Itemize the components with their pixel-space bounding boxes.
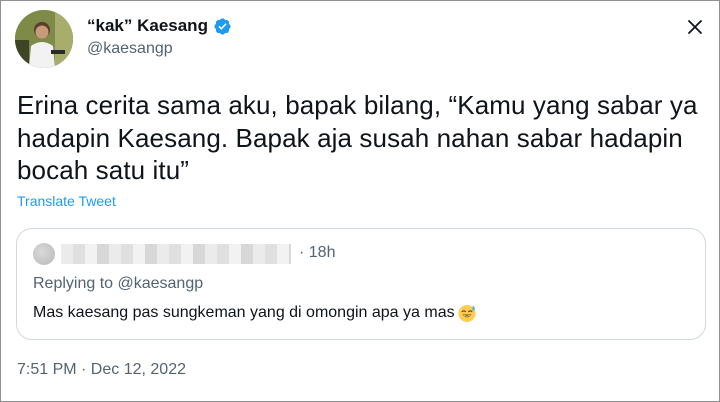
- quoted-tweet-text: Mas kaesang pas sungkeman yang di omongi…: [33, 304, 455, 321]
- tweet-card: “kak” Kaesang @kaesangp Erina cerita sam…: [0, 0, 720, 402]
- quoted-author-name-blurred: [61, 244, 291, 264]
- author-avatar[interactable]: [15, 10, 73, 68]
- quoted-author-avatar-blurred: [33, 243, 55, 265]
- translate-tweet-link[interactable]: Translate Tweet: [17, 193, 116, 209]
- author-name-row: “kak” Kaesang: [87, 15, 232, 37]
- author-display-name[interactable]: “kak” Kaesang: [87, 16, 208, 36]
- sweat-smile-emoji-icon: [457, 303, 477, 323]
- close-icon[interactable]: [685, 17, 705, 37]
- avatar-photo: [15, 10, 73, 68]
- tweet-text: Erina cerita sama aku, bapak bilang, “Ka…: [17, 90, 698, 185]
- verified-badge-icon: [213, 17, 232, 36]
- quoted-tweet-card[interactable]: · 18h Replying to @kaesangp Mas kaesang …: [16, 228, 706, 340]
- quoted-tweet-text-row: Mas kaesang pas sungkeman yang di omongi…: [33, 303, 477, 323]
- quoted-tweet-time[interactable]: · 18h: [299, 244, 335, 262]
- replying-to-label: Replying to @kaesangp: [33, 275, 204, 292]
- author-handle[interactable]: @kaesangp: [87, 40, 173, 58]
- tweet-timestamp[interactable]: 7:51 PM · Dec 12, 2022: [17, 361, 186, 379]
